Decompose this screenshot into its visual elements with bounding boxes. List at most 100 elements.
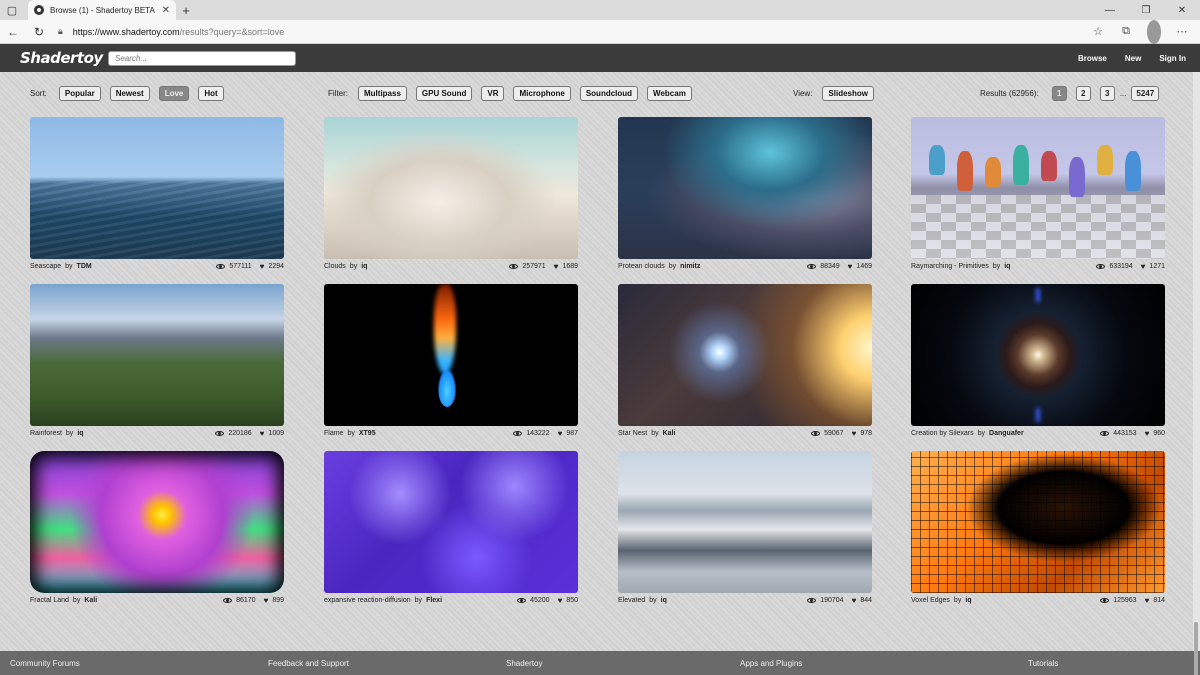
shader-thumbnail[interactable]: [324, 117, 578, 259]
shader-thumbnail[interactable]: [911, 451, 1165, 593]
shader-title[interactable]: Flame: [324, 430, 343, 437]
likes-heart-icon: ♥: [851, 429, 857, 438]
shader-card[interactable]: Voxel Edges by iq 125963 ♥ 814: [911, 451, 1165, 605]
shader-title[interactable]: Voxel Edges: [911, 597, 950, 604]
filter-gpu-sound-button[interactable]: GPU Sound: [415, 86, 473, 101]
window-menu-icon[interactable]: ▢: [0, 0, 24, 20]
shader-author[interactable]: iq: [965, 597, 971, 604]
footer-apps-plugins-link[interactable]: Apps and Plugins: [740, 659, 802, 668]
page-scrollbar[interactable]: [1193, 72, 1200, 675]
shader-card[interactable]: expansive reaction-diffusion by Flexi 45200…: [324, 451, 578, 605]
header-nav: Browse New Sign In: [1060, 54, 1186, 63]
shader-author[interactable]: Kali: [663, 430, 676, 437]
views-eye-icon: [811, 431, 821, 436]
sort-hot-button[interactable]: Hot: [198, 86, 224, 101]
shader-title[interactable]: Clouds: [324, 263, 346, 270]
filter-microphone-button[interactable]: Microphone: [513, 86, 571, 101]
shader-card[interactable]: Rainforest by iq 220186 ♥ 1009: [30, 284, 284, 438]
shader-card[interactable]: Flame by XT95 143222 ♥ 987: [324, 284, 578, 438]
shader-author[interactable]: iq: [661, 597, 667, 604]
shader-title[interactable]: Rainforest: [30, 430, 62, 437]
tab-title: Browse (1) - Shadertoy BETA: [50, 5, 155, 15]
shader-card[interactable]: Clouds by iq 257971 ♥ 1689: [324, 117, 578, 271]
shader-title[interactable]: Fractal Land: [30, 597, 69, 604]
shader-thumbnail[interactable]: [30, 451, 284, 593]
shader-title[interactable]: Raymarching - Primitives: [911, 263, 989, 270]
reload-icon[interactable]: ↻: [26, 20, 52, 44]
last-page-button[interactable]: 5247: [1131, 86, 1160, 101]
shader-thumbnail[interactable]: [911, 117, 1165, 259]
view-count: 88349: [820, 263, 840, 270]
nav-sign-in[interactable]: Sign In: [1159, 54, 1186, 63]
shader-author[interactable]: nimitz: [680, 263, 700, 270]
collections-icon[interactable]: ⧉: [1114, 20, 1138, 44]
page-2-button[interactable]: 2: [1075, 86, 1091, 101]
nav-new[interactable]: New: [1125, 54, 1141, 63]
shader-thumbnail[interactable]: [30, 284, 284, 426]
shader-author[interactable]: TDM: [77, 263, 92, 270]
window-controls: — ❐ ✕: [1092, 0, 1200, 20]
shader-author[interactable]: Flexi: [426, 597, 442, 604]
shadertoy-logo[interactable]: Shadertoy: [20, 49, 103, 67]
shader-author[interactable]: iq: [77, 430, 83, 437]
sort-love-button[interactable]: Love: [158, 86, 190, 101]
shader-card[interactable]: Protean clouds by nimitz 88349 ♥ 1469: [618, 117, 872, 271]
shader-author[interactable]: Danguafer: [989, 430, 1024, 437]
shader-author[interactable]: Kali: [84, 597, 97, 604]
footer-community-forums-link[interactable]: Community Forums: [10, 659, 80, 668]
sort-popular-button[interactable]: Popular: [58, 86, 101, 101]
shader-author[interactable]: XT95: [359, 430, 376, 437]
more-menu-icon[interactable]: ⋯: [1170, 20, 1194, 44]
shader-thumbnail[interactable]: [618, 451, 872, 593]
shader-title[interactable]: Protean clouds: [618, 263, 665, 270]
browser-tab[interactable]: Browse (1) - Shadertoy BETA ✕: [28, 0, 176, 20]
filter-multipass-button[interactable]: Multipass: [358, 86, 407, 101]
views-eye-icon: [807, 264, 817, 269]
filter-webcam-button[interactable]: Webcam: [647, 86, 692, 101]
shader-author[interactable]: iq: [361, 263, 367, 270]
favorite-star-icon[interactable]: ☆: [1086, 20, 1110, 44]
page-1-button[interactable]: 1: [1051, 86, 1067, 101]
page-3-button[interactable]: 3: [1099, 86, 1115, 101]
nav-browse[interactable]: Browse: [1078, 54, 1107, 63]
shader-card[interactable]: Seascape by TDM 577111 ♥ 2294: [30, 117, 284, 271]
shader-title[interactable]: Creation by Silexars: [911, 430, 974, 437]
shader-card[interactable]: Creation by Silexars by Danguafer 443153 ♥ 96…: [911, 284, 1165, 438]
shader-thumbnail[interactable]: [324, 284, 578, 426]
slideshow-button[interactable]: Slideshow: [822, 86, 874, 101]
footer-feedback-link[interactable]: Feedback and Support: [268, 659, 349, 668]
close-tab-icon[interactable]: ✕: [162, 5, 170, 16]
shader-title[interactable]: expansive reaction-diffusion: [324, 597, 411, 604]
shader-author[interactable]: iq: [1004, 263, 1010, 270]
close-window-icon[interactable]: ✕: [1164, 0, 1200, 20]
shader-card[interactable]: Elevated by iq 190704 ♥ 844: [618, 451, 872, 605]
search-input[interactable]: [108, 50, 296, 66]
shader-thumbnail[interactable]: [618, 284, 872, 426]
back-icon[interactable]: ←: [0, 20, 26, 44]
like-count: 1009: [268, 430, 284, 437]
footer-tutorials-link[interactable]: Tutorials: [1028, 659, 1058, 668]
shader-title[interactable]: Star Nest: [618, 430, 647, 437]
shader-card[interactable]: Fractal Land by Kali 86170 ♥ 899: [30, 451, 284, 605]
by-label: by: [651, 430, 659, 437]
shader-card[interactable]: Star Nest by Kali 59067 ♥ 978: [618, 284, 872, 438]
shader-title[interactable]: Elevated: [618, 597, 645, 604]
profile-avatar[interactable]: [1142, 19, 1166, 44]
sort-newest-button[interactable]: Newest: [109, 86, 150, 101]
filter-soundcloud-button[interactable]: Soundcloud: [579, 86, 639, 101]
new-tab-icon[interactable]: +: [176, 0, 196, 20]
results-count: Results (62956):: [980, 89, 1039, 98]
shader-thumbnail[interactable]: [911, 284, 1165, 426]
url-field[interactable]: 🔒︎ https://www.shadertoy.com/results?que…: [58, 23, 1086, 41]
shader-card[interactable]: Raymarching - Primitives by iq 633194 ♥ 1271: [911, 117, 1165, 271]
filter-vr-button[interactable]: VR: [481, 86, 505, 101]
maximize-icon[interactable]: ❐: [1128, 0, 1164, 20]
shader-thumbnail[interactable]: [618, 117, 872, 259]
shader-thumbnail[interactable]: [30, 117, 284, 259]
shader-title[interactable]: Seascape: [30, 263, 61, 270]
shader-thumbnail[interactable]: [324, 451, 578, 593]
like-count: 1271: [1149, 263, 1165, 270]
minimize-icon[interactable]: —: [1092, 0, 1128, 20]
likes-heart-icon: ♥: [847, 262, 853, 271]
footer-shadertoy-link[interactable]: Shadertoy: [506, 659, 542, 668]
